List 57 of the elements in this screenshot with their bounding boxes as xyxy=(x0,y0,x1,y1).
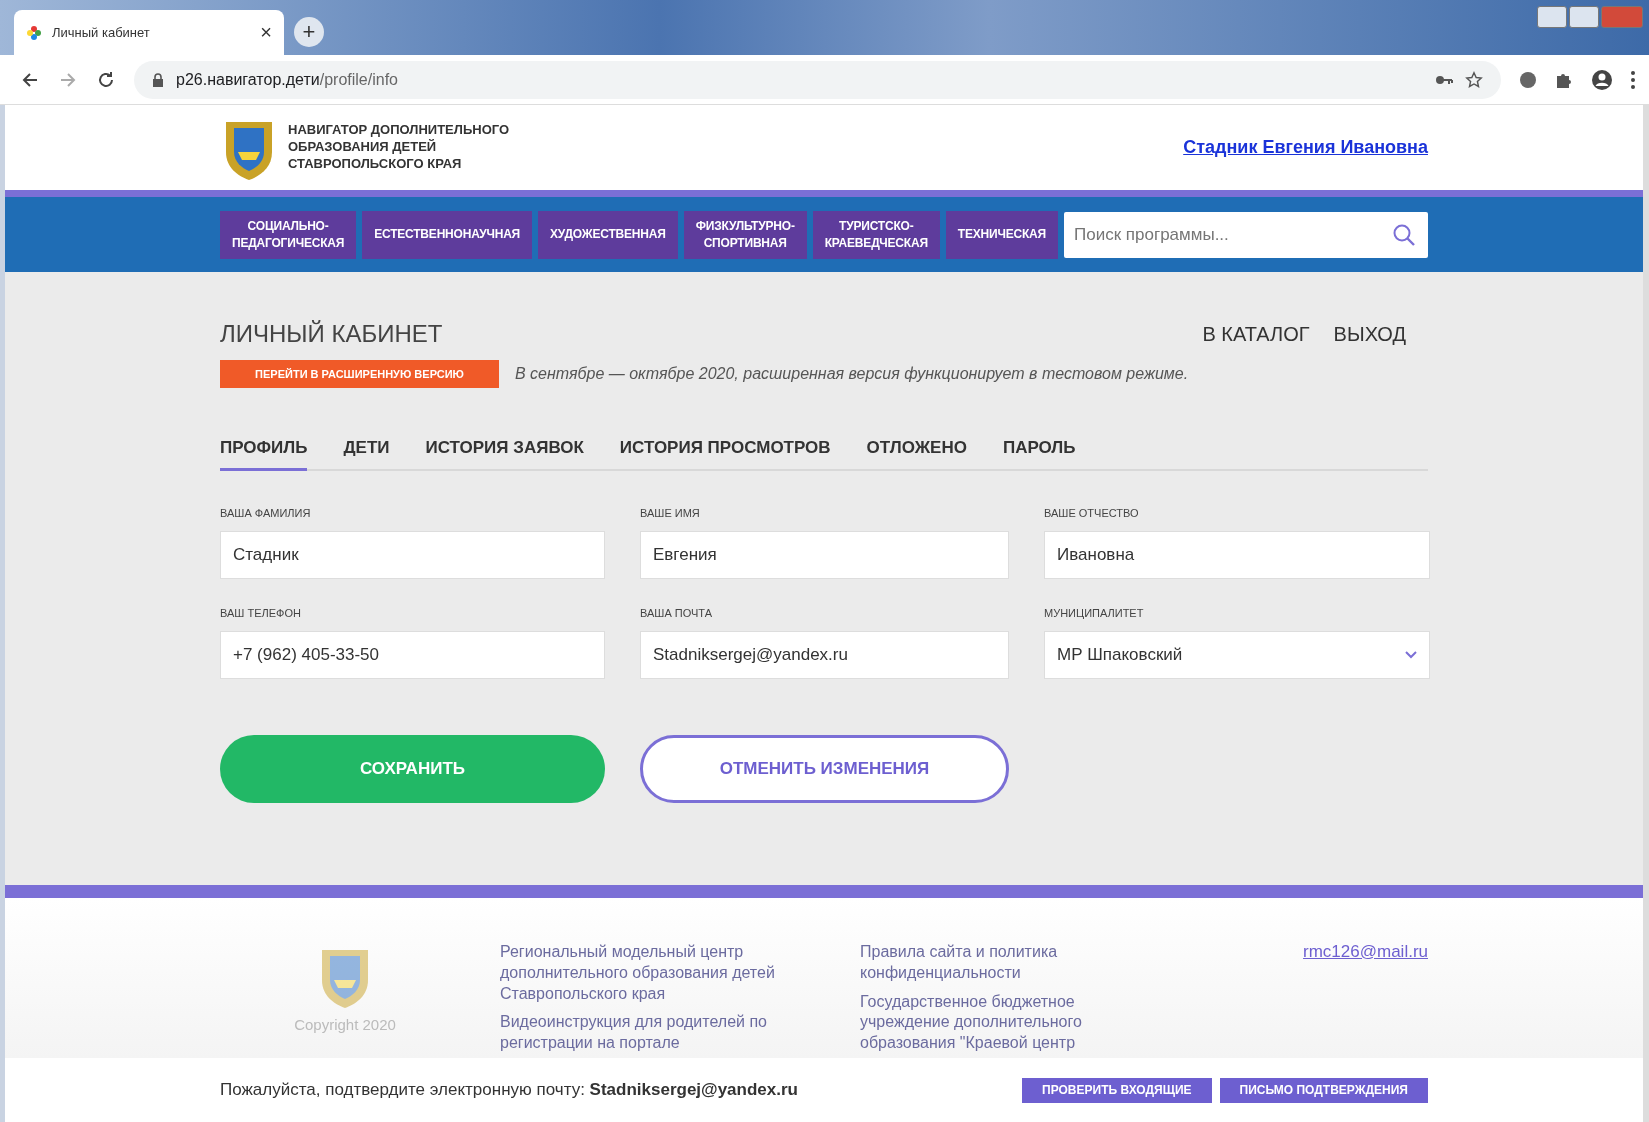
profile-tab[interactable]: ИСТОРИЯ ЗАЯВОК xyxy=(425,438,584,471)
profile-tab[interactable]: ПРОФИЛЬ xyxy=(220,438,308,471)
window-controls[interactable] xyxy=(1537,6,1643,28)
input-field[interactable]: +7 (962) 405-33-50 xyxy=(220,631,605,679)
category-button[interactable]: ТУРИСТСКО- КРАЕВЕДЧЕСКАЯ xyxy=(812,210,940,259)
search-icon[interactable] xyxy=(1392,222,1416,247)
category-button[interactable]: ФИЗКУЛЬТУРНО- СПОРТИВНАЯ xyxy=(683,210,807,259)
confirm-bar-button[interactable]: ПИСЬМО ПОДТВЕРЖДЕНИЯ xyxy=(1219,1077,1428,1103)
browser-tab[interactable]: Личный кабинет × xyxy=(14,10,284,55)
star-icon[interactable] xyxy=(1465,70,1483,89)
nav-link[interactable]: ВЫХОД xyxy=(1333,322,1406,346)
category-button[interactable]: ХУДОЖЕСТВЕННАЯ xyxy=(538,210,678,259)
profile-tab[interactable]: ИСТОРИЯ ПРОСМОТРОВ xyxy=(619,438,831,471)
field-label: ВАША ФАМИЛИЯ xyxy=(220,507,312,519)
user-name-link[interactable]: Стадник Евгения Ивановна xyxy=(1183,137,1428,158)
address-bar[interactable]: p26.навигатор.дети/profile/info xyxy=(134,60,1501,99)
footer-link[interactable]: Региональный модельный центр дополнительного образования детей Ставропольского края xyxy=(500,942,800,1005)
email-link[interactable]: rmc126@mail.ru xyxy=(1303,942,1428,961)
footer-link[interactable]: Видеоинструкция для родителей по регистрации на портале xyxy=(500,1012,800,1054)
profile-icon[interactable] xyxy=(1591,68,1613,91)
page-title: ЛИЧНЫЙ КАБИНЕТ xyxy=(220,320,443,348)
field-label: ВАШЕ ИМЯ xyxy=(640,507,701,519)
municipality-select[interactable]: МР Шпаковский xyxy=(1044,631,1430,679)
search-field[interactable]: Поиск программы... xyxy=(1064,211,1428,258)
field-label: ВАША ПОЧТА xyxy=(640,607,714,619)
url-text: p26.навигатор.дети/profile/info xyxy=(176,70,398,89)
new-tab-button[interactable]: + xyxy=(294,17,324,47)
tab-title: Личный кабинет xyxy=(52,25,151,40)
profile-tab[interactable]: ДЕТИ xyxy=(343,438,390,471)
field-label: МУНИЦИПАЛИТЕТ xyxy=(1044,607,1145,619)
notice-text: В сентябре — октябре 2020, расширенная версия функционирует в тестовом режиме. xyxy=(515,365,1189,383)
category-button[interactable]: СОЦИАЛЬНО- ПЕДАГОГИЧЕСКАЯ xyxy=(220,210,357,259)
lock-icon xyxy=(152,72,164,87)
menu-icon[interactable] xyxy=(1631,70,1635,89)
field-label: ВАШ ТЕЛЕФОН xyxy=(220,607,302,619)
flower-icon xyxy=(26,24,42,41)
reload-icon[interactable] xyxy=(96,69,116,90)
tab-close-button[interactable]: × xyxy=(260,21,272,44)
profile-tab[interactable]: ПАРОЛЬ xyxy=(1002,438,1076,471)
input-field[interactable]: Стадник xyxy=(220,531,605,579)
key-icon[interactable] xyxy=(1435,73,1453,86)
footer-link[interactable]: Государственное бюджетное учреждение дополнительного образования "Краевой центр xyxy=(860,991,1160,1054)
cancel-button[interactable]: ОТМЕНИТЬ ИЗМЕНЕНИЯ xyxy=(640,735,1009,803)
footer-link[interactable]: Правила сайта и политика конфиденциальности xyxy=(860,942,1160,984)
confirm-bar-button[interactable]: ПРОВЕРИТЬ ВХОДЯЩИЕ xyxy=(1022,1077,1212,1103)
category-button[interactable]: ЕСТЕСТВЕННОНАУЧНАЯ xyxy=(362,210,533,259)
profile-tab[interactable]: ОТЛОЖЕНО xyxy=(866,438,967,471)
field-label: ВАШЕ ОТЧЕСТВО xyxy=(1044,507,1140,519)
category-button[interactable]: ТЕХНИЧЕСКАЯ xyxy=(945,210,1058,259)
copyright-text: Copyright 2020 xyxy=(294,1016,396,1033)
input-field[interactable]: Stadniksergej@yandex.ru xyxy=(640,631,1009,679)
input-field[interactable]: Евгения xyxy=(640,531,1009,579)
nav-link[interactable]: В КАТАЛОГ xyxy=(1202,322,1310,346)
chevron-down-icon xyxy=(1405,651,1417,659)
site-title[interactable]: НАВИГАТОР ДОПОЛНИТЕЛЬНОГО ОБРАЗОВАНИЯ ДЕТЕЙ СТАВРОПОЛЬСКОГО КРАЯ xyxy=(288,122,518,173)
confirm-email-text: Пожалуйста, подтвердите электронную почту: Stadniksergej@yandex.ru xyxy=(220,1080,798,1100)
input-field[interactable]: Ивановна xyxy=(1044,531,1430,579)
